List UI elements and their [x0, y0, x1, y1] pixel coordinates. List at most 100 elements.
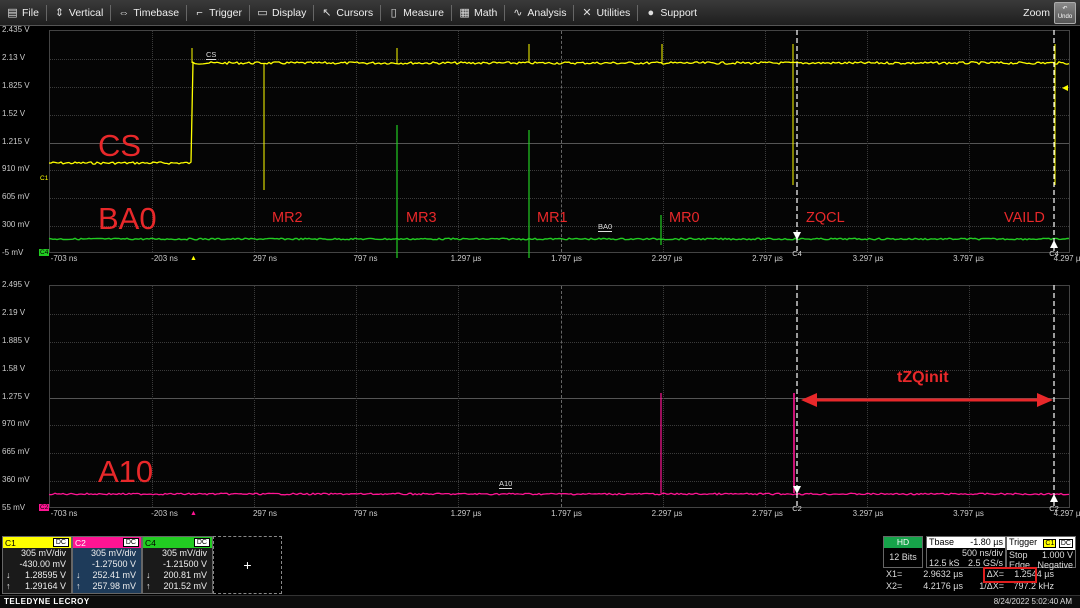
cursor-x1-label: X1= [886, 569, 903, 579]
cmd-label-vaild: VAILD [1004, 210, 1045, 226]
cursor-1-icon: ↓ [6, 570, 11, 580]
ba0-annotation: BA0 [98, 201, 157, 236]
x-axis-label: 3.797 µs [953, 254, 984, 263]
x-axis-label: 1.797 µs [551, 509, 582, 518]
x-axis-label: 2.297 µs [651, 509, 683, 518]
channel-c1-offset: -430.00 mV [19, 559, 66, 569]
x-axis-label: 1.797 µs [551, 254, 582, 263]
y-axis-label: 665 mV [2, 447, 30, 457]
cursor-2-icon: ↑ [6, 581, 11, 591]
channel-c2-offset: -1.27500 V [91, 559, 136, 569]
channel-c4-descriptor[interactable]: C4 DC 305 mV/div -1.21500 V ↓ 200.81 mV ↑ 2… [142, 536, 213, 594]
cursor-1-icon: ↓ [146, 570, 151, 580]
add-icon: + [243, 557, 252, 573]
brand-logo: TELEDYNE LECROY [4, 597, 90, 606]
menu-analysis[interactable]: ∿ Analysis [505, 0, 573, 26]
c1-ground-marker[interactable]: C1 [40, 175, 48, 182]
cmd-label-mr0: MR0 [669, 210, 700, 226]
channel-c4-cursor1: 200.81 mV [163, 570, 207, 580]
x-axis-label: 1.297 µs [450, 254, 482, 263]
cursor-tag-bottom-x2: C2 [1049, 504, 1059, 513]
channel-c2-coupling: DC [122, 538, 139, 547]
acq-bits: 12 Bits [889, 552, 917, 562]
x-axis-label: -703 ns [50, 509, 78, 518]
y-axis-label: 300 mV [2, 220, 30, 230]
x-axis-label: 3.797 µs [953, 509, 984, 518]
menu-label: Timebase [133, 6, 180, 19]
menu-utilities[interactable]: ✕ Utilities [574, 0, 637, 26]
menu-label: Trigger [209, 6, 242, 19]
trigger-position-marker-top: ▲ [190, 255, 197, 262]
dx-highlight-box [983, 567, 1037, 583]
utilities-icon: ✕ [582, 7, 592, 19]
cursor-1-icon: ↓ [76, 570, 81, 580]
x-axis-label: 297 ns [252, 254, 278, 263]
y-axis-label: 2.19 V [2, 307, 26, 317]
add-channel-button[interactable]: + [213, 536, 282, 594]
menu-label: Math [474, 6, 498, 19]
undo-button[interactable]: ↶ Undo [1054, 2, 1076, 24]
cursor-readout: X1= 2.9632 µs ΔX= 1.2544 µs X2= 4.2176 µ… [883, 569, 1076, 593]
channel-c2-vdiv: 305 mV/div [90, 548, 136, 558]
menu-support[interactable]: ● Support [638, 0, 704, 26]
channel-c4-offset: -1.21500 V [162, 559, 207, 569]
y-axis-label: 2.435 V [2, 25, 30, 34]
menu-file[interactable]: ▤ File [0, 0, 46, 26]
menu-cursors[interactable]: ↖ Cursors [314, 0, 380, 26]
x-axis-label: -203 ns [151, 509, 178, 518]
menu-label: Display [271, 6, 307, 19]
timebase-icon: ⇔ [118, 6, 130, 19]
hd-badge: HD [884, 537, 922, 548]
cs-trace-label: CS [206, 50, 217, 60]
y-axis-label: 1.825 V [2, 80, 30, 90]
cs-spikes [191, 44, 1056, 190]
menu-vertical[interactable]: ⇕ Vertical [47, 0, 110, 26]
channel-c2-cursor2: 257.98 mV [92, 581, 136, 591]
x-axis-label: 797 ns [353, 254, 378, 263]
zoom-label[interactable]: Zoom [1023, 7, 1050, 19]
channel-c4-cursor2: 201.52 mV [163, 581, 207, 591]
cursor-x2-value: 4.2176 µs [923, 580, 963, 591]
timebase-tdiv: 500 ns/div [961, 547, 1003, 558]
x-axis-label: 3.297 µs [852, 254, 884, 263]
timebase-samples: 12.5 kS [929, 558, 960, 568]
trigger-mode: Stop [1009, 549, 1028, 560]
channel-c2-descriptor[interactable]: C2 DC 305 mV/div -1.27500 V ↓ 252.41 mV ↑ 2… [72, 536, 142, 594]
acquisition-mode-box[interactable]: HD 12 Bits [883, 536, 923, 568]
status-footer: TELEDYNE LECROY 8/24/2022 5:02:40 AM [0, 595, 1080, 608]
menu-label: Vertical [68, 6, 104, 19]
menu-bar: ▤ File ⇕ Vertical ⇔ Timebase ⌐ Trigger ▭ Display ↖… [0, 0, 1080, 26]
trigger-descriptor[interactable]: Trigger C1 DC Stop 1.000 V Edge Negative [1006, 536, 1076, 570]
x-axis-label: 3.297 µs [852, 509, 884, 518]
a10-trace-label: A10 [499, 479, 513, 489]
channel-c1-name: C1 [5, 537, 16, 548]
a10-trace [48, 492, 1070, 496]
cmd-label-mr3: MR3 [406, 210, 437, 226]
menu-timebase[interactable]: ⇔ Timebase [111, 0, 186, 26]
y-axis-label: 2.495 V [2, 280, 30, 289]
menu-measure[interactable]: ▯ Measure [381, 0, 451, 26]
x-axis-label: 297 ns [252, 509, 278, 518]
c4-ground-marker[interactable]: C4 [39, 249, 50, 256]
channel-c1-cursor2: 1.29164 V [24, 581, 66, 591]
timebase-delay: -1.80 µs [970, 537, 1003, 547]
timebase-descriptor[interactable]: Tbase -1.80 µs 500 ns/div 12.5 kS 2.5 GS/s [926, 536, 1006, 568]
c2-ground-marker[interactable]: C2 [39, 504, 50, 511]
measure-icon: ▯ [390, 7, 397, 19]
x-axis-label: 2.297 µs [651, 254, 683, 263]
trigger-source: C1 [1043, 539, 1057, 548]
cursor-2-icon: ↑ [146, 581, 151, 591]
datetime: 8/24/2022 5:02:40 AM [993, 597, 1072, 606]
cursor-x2-top-arrow [1050, 240, 1058, 248]
y-axis-label: 605 mV [2, 192, 30, 202]
menu-math[interactable]: ▦ Math [452, 0, 504, 26]
menu-display[interactable]: ▭ Display [250, 0, 313, 26]
menu-label: Support [660, 6, 698, 19]
y-axis-label: 1.58 V [2, 363, 26, 373]
ba0-trace [48, 237, 1070, 241]
channel-c1-descriptor[interactable]: C1 DC 305 mV/div -430.00 mV ↓ 1.28595 V ↑ 1… [2, 536, 72, 594]
tzqinit-arrow-left [801, 393, 817, 407]
menu-trigger[interactable]: ⌐ Trigger [187, 0, 249, 26]
math-icon: ▦ [459, 7, 470, 19]
y-axis-label: 1.215 V [2, 136, 30, 146]
